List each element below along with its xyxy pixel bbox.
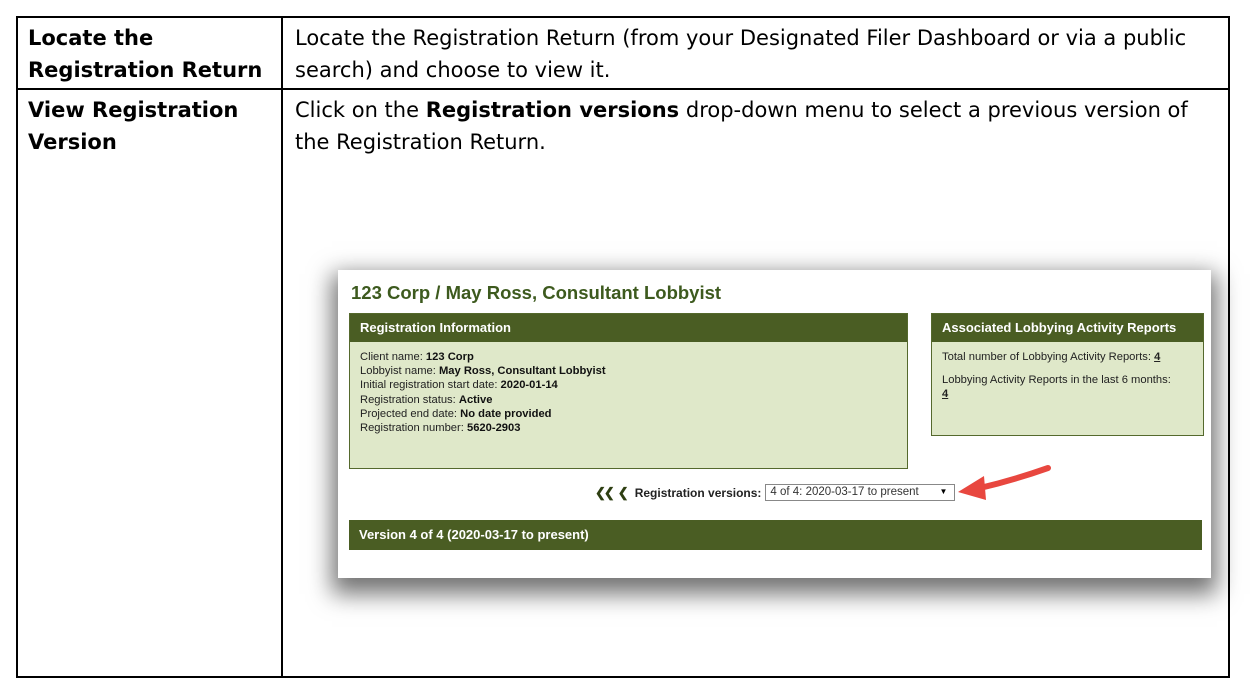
recent-reports: Lobbying Activity Reports in the last 6 …: [942, 373, 1193, 401]
field-label: Projected end date:: [360, 407, 461, 420]
registration-versions-dropdown[interactable]: 4 of 4: 2020-03-17 to present ▼: [765, 484, 956, 501]
chevron-left-icon[interactable]: ❮: [618, 485, 629, 501]
table-row: Locate the Registration Return Locate th…: [16, 16, 1230, 90]
field-lobbyist-name: Lobbyist name: May Ross, Consultant Lobb…: [360, 364, 897, 378]
registration-versions-bar: ❮❮ ❮ Registration versions: 4 of 4: 2020…: [595, 484, 956, 501]
panel-body: Total number of Lobbying Activity Report…: [932, 342, 1203, 418]
associated-reports-panel: Associated Lobbying Activity Reports Tot…: [931, 313, 1204, 436]
field-value: 123 Corp: [425, 351, 474, 363]
field-label: Lobbyist name:: [360, 365, 439, 378]
field-value: 5620-2903: [466, 422, 521, 435]
page-title: 123 Corp / May Ross, Consultant Lobbyist: [351, 282, 722, 303]
panel-heading: Registration Information: [350, 314, 907, 342]
registration-information-panel: Registration Information Client name: 12…: [349, 313, 908, 469]
field-label: Registration status:: [360, 393, 459, 406]
field-label: Initial registration start date:: [360, 379, 501, 392]
field-label: Total number of Lobbying Activity Report…: [942, 351, 1155, 363]
field-value: No date provided: [460, 407, 552, 420]
field-value: 2020-01-14: [500, 379, 558, 392]
double-chevron-left-icon[interactable]: ❮❮: [595, 485, 615, 501]
field-start-date: Initial registration start date: 2020-01…: [360, 378, 897, 392]
field-value: May Ross, Consultant Lobbyist: [438, 365, 606, 378]
panel-body: Client name: 123 Corp Lobbyist name: May…: [350, 342, 907, 443]
field-status: Registration status: Active: [360, 393, 897, 407]
red-arrow-icon: [958, 465, 1051, 500]
field-label: Client name:: [360, 351, 426, 363]
panel-heading: Associated Lobbying Activity Reports: [932, 314, 1203, 342]
dropdown-selected-value: 4 of 4: 2020-03-17 to present: [770, 486, 919, 498]
field-label: Lobbying Activity Reports in the last 6 …: [942, 374, 1171, 386]
instruction-bold-text: Registration versions: [425, 98, 680, 122]
field-label: Registration number:: [360, 422, 467, 435]
step-cell: View Registration Version: [16, 88, 283, 678]
field-client-name: Client name: 123 Corp: [360, 350, 897, 364]
version-heading-bar: Version 4 of 4 (2020-03-17 to present): [349, 520, 1202, 550]
total-reports-link[interactable]: 4: [1154, 351, 1160, 363]
recent-reports-link[interactable]: 4: [942, 388, 948, 400]
instruction-cell: Locate the Registration Return (from you…: [281, 16, 1230, 90]
field-end-date: Projected end date: No date provided: [360, 407, 897, 421]
total-reports: Total number of Lobbying Activity Report…: [942, 350, 1193, 364]
instruction-text: Click on the: [295, 98, 426, 122]
embedded-screenshot: 123 Corp / May Ross, Consultant Lobbyist…: [338, 270, 1211, 578]
field-registration-number: Registration number: 5620-2903: [360, 421, 897, 435]
step-cell: Locate the Registration Return: [16, 16, 283, 90]
field-value: Active: [458, 393, 493, 406]
caret-down-icon: ▼: [939, 487, 948, 496]
versions-label: Registration versions:: [634, 485, 762, 500]
